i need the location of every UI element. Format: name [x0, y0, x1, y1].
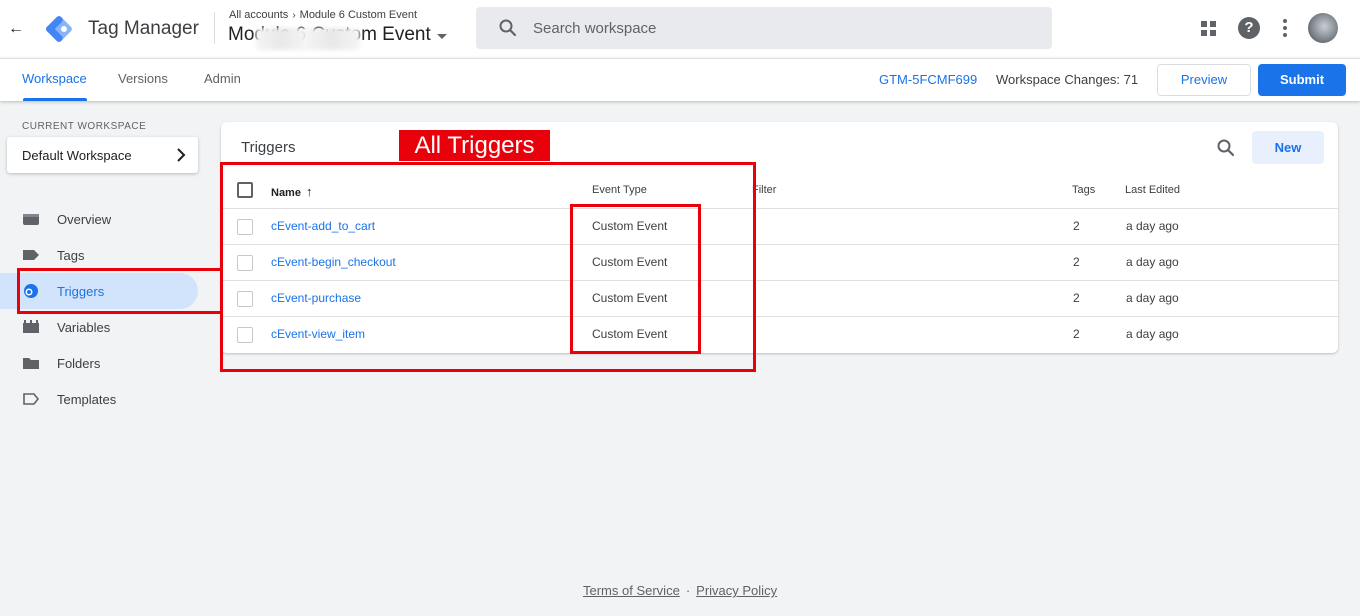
event-type-highlight-box: [570, 204, 701, 354]
last-edited-cell: a day ago: [1126, 327, 1179, 341]
search-icon[interactable]: [1216, 138, 1236, 158]
sidebar-item-label: Folders: [57, 356, 101, 371]
chevron-right-icon: [177, 148, 186, 162]
folder-icon: [23, 358, 39, 369]
template-icon: [23, 393, 40, 405]
container-id[interactable]: GTM-5FCMF699: [879, 72, 977, 87]
breadcrumb[interactable]: All accounts › Module 6 Custom Event: [229, 9, 417, 21]
privacy-policy-link[interactable]: Privacy Policy: [696, 583, 777, 598]
redaction-blur: [256, 28, 306, 50]
column-header-tags[interactable]: Tags: [1072, 184, 1095, 196]
active-tab-indicator: [23, 98, 87, 101]
sidebar-item-label: Templates: [57, 392, 117, 407]
tag-icon: [23, 250, 39, 260]
tags-count-cell: 2: [1073, 291, 1080, 305]
tags-count-cell: 2: [1073, 327, 1080, 341]
tags-count-cell: 2: [1073, 219, 1080, 233]
terms-of-service-link[interactable]: Terms of Service: [583, 583, 680, 598]
sidebar-item-label: Variables: [57, 320, 111, 335]
chevron-right-icon: ›: [292, 9, 296, 21]
tags-count-cell: 2: [1073, 255, 1080, 269]
dropdown-caret-icon: [436, 34, 447, 39]
workspace-nav-bar: Workspace Versions Admin GTM-5FCMF699 Wo…: [0, 58, 1360, 101]
search-placeholder: Search workspace: [533, 20, 657, 37]
sidebar-item-label: Tags: [57, 248, 85, 263]
last-edited-cell: a day ago: [1126, 291, 1179, 305]
search-bar[interactable]: Search workspace: [476, 7, 1052, 49]
card-title: Triggers: [241, 139, 296, 156]
tab-versions[interactable]: Versions: [118, 71, 168, 86]
last-edited-cell: a day ago: [1126, 219, 1179, 233]
sidebar-item-label: Overview: [57, 212, 112, 227]
top-app-bar: ← Tag Manager All accounts › Module 6 Cu…: [0, 0, 1360, 58]
title-divider: [214, 12, 215, 44]
triggers-nav-highlight-box: [17, 268, 223, 314]
breadcrumb-account[interactable]: All accounts: [229, 9, 288, 21]
tag-manager-logo-icon: [46, 16, 72, 42]
search-icon: [499, 19, 517, 37]
sidebar-item-variables[interactable]: Variables: [0, 309, 198, 345]
apps-grid-icon[interactable]: [1199, 19, 1219, 39]
last-edited-cell: a day ago: [1126, 255, 1179, 269]
app-title: Tag Manager: [88, 18, 199, 39]
preview-button[interactable]: Preview: [1157, 64, 1251, 96]
tab-admin[interactable]: Admin: [204, 71, 241, 86]
workspace-selector[interactable]: Default Workspace: [7, 137, 198, 173]
sidebar-item-folders[interactable]: Folders: [0, 345, 198, 381]
variables-icon: [23, 320, 39, 333]
current-workspace-label: CURRENT WORKSPACE: [22, 121, 147, 132]
help-icon[interactable]: ?: [1238, 17, 1260, 39]
footer-links: Terms of Service · Privacy Policy: [583, 583, 777, 598]
column-header-last-edited[interactable]: Last Edited: [1125, 184, 1180, 196]
sidebar-item-overview[interactable]: Overview: [0, 201, 198, 237]
avatar[interactable]: [1308, 13, 1338, 43]
back-arrow-icon[interactable]: ←: [6, 18, 26, 40]
redaction-blur: [304, 28, 360, 50]
new-trigger-button[interactable]: New: [1252, 131, 1324, 164]
workspace-name: Default Workspace: [22, 148, 132, 163]
more-vert-icon[interactable]: [1276, 17, 1294, 39]
overview-icon: [23, 214, 39, 225]
workspace-changes: Workspace Changes: 71: [996, 72, 1139, 87]
tab-workspace[interactable]: Workspace: [22, 71, 87, 86]
footer-separator: ·: [685, 583, 691, 598]
sidebar-item-templates[interactable]: Templates: [0, 381, 198, 417]
all-triggers-annotation-label: All Triggers: [399, 130, 550, 161]
breadcrumb-container[interactable]: Module 6 Custom Event: [300, 9, 417, 21]
submit-button[interactable]: Submit: [1258, 64, 1346, 96]
